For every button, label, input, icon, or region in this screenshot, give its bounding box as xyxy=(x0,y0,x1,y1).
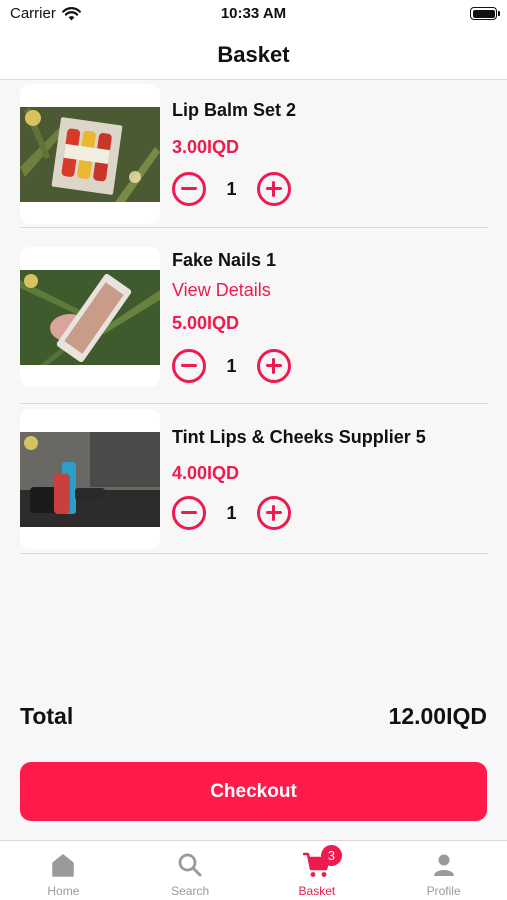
tab-label: Search xyxy=(171,884,210,898)
total-value: 12.00IQD xyxy=(388,703,487,729)
total-label: Total xyxy=(20,703,74,729)
product-price: 4.00IQD xyxy=(172,463,240,483)
quantity-value: 1 xyxy=(226,502,237,523)
tab-label: Home xyxy=(47,884,80,898)
product-name: Fake Nails 1 xyxy=(172,250,277,270)
product-price: 5.00IQD xyxy=(172,313,240,333)
tab-profile[interactable]: Profile xyxy=(380,841,507,900)
home-icon xyxy=(50,851,76,879)
battery-icon xyxy=(470,7,500,20)
basket-item: Tint Lips & Cheeks Supplier 5 4.00IQD 1 xyxy=(20,404,488,554)
product-name: Tint Lips & Cheeks Supplier 5 xyxy=(172,427,426,447)
increase-quantity-button[interactable] xyxy=(257,172,291,206)
decrease-quantity-button[interactable] xyxy=(172,349,206,383)
product-image[interactable] xyxy=(20,84,160,224)
quantity-stepper: 1 xyxy=(172,172,291,206)
quantity-stepper: 1 xyxy=(172,496,291,530)
product-image[interactable] xyxy=(20,409,160,549)
product-image[interactable] xyxy=(20,247,160,387)
decrease-quantity-button[interactable] xyxy=(172,172,206,206)
basket-item: Fake Nails 1 View Details 5.00IQD 1 xyxy=(20,228,488,404)
basket-item: Lip Balm Set 2 3.00IQD 1 xyxy=(20,80,488,228)
tab-basket[interactable]: 3 Basket xyxy=(254,841,381,900)
tab-label: Profile xyxy=(426,884,461,898)
nav-header: Basket xyxy=(0,30,507,80)
checkout-button[interactable]: Checkout xyxy=(20,762,487,821)
view-details-link[interactable]: View Details xyxy=(172,280,271,301)
product-name: Lip Balm Set 2 xyxy=(172,100,297,120)
tab-search[interactable]: Search xyxy=(127,841,254,900)
decrease-quantity-button[interactable] xyxy=(172,496,206,530)
page-title: Basket xyxy=(217,41,290,67)
search-icon xyxy=(177,851,203,879)
quantity-stepper: 1 xyxy=(172,349,291,383)
cart-count-badge: 3 xyxy=(320,845,342,866)
cart-icon: 3 xyxy=(302,845,342,879)
product-price: 3.00IQD xyxy=(172,137,240,157)
quantity-value: 1 xyxy=(226,178,237,199)
total-row: Total 12.00IQD xyxy=(20,703,487,730)
basket-list: Lip Balm Set 2 3.00IQD 1 Fake Nails 1 Vi… xyxy=(20,80,488,554)
tab-bar: Home Search 3 Basket Profile xyxy=(0,840,507,900)
increase-quantity-button[interactable] xyxy=(257,349,291,383)
person-icon xyxy=(431,851,457,879)
tab-label: Basket xyxy=(298,884,336,898)
quantity-value: 1 xyxy=(226,355,237,376)
status-time: 10:33 AM xyxy=(220,5,287,22)
increase-quantity-button[interactable] xyxy=(257,496,291,530)
status-bar: Carrier 10:33 AM xyxy=(0,0,507,30)
tab-home[interactable]: Home xyxy=(0,841,127,900)
